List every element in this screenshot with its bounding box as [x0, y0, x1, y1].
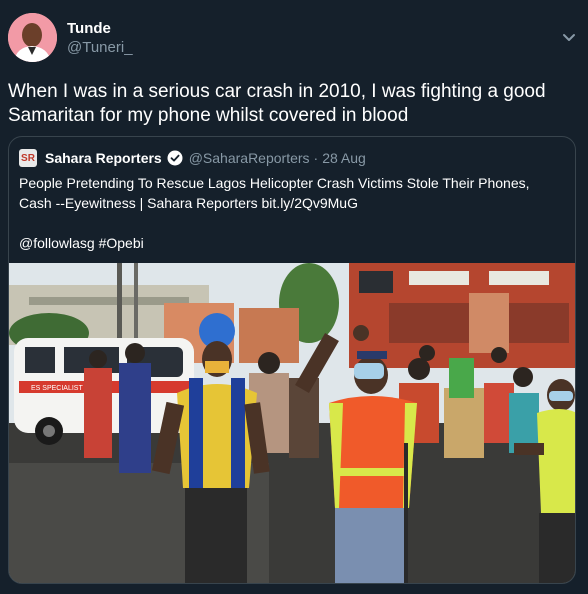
quoted-author-handle[interactable]: @SaharaReporters — [189, 150, 310, 166]
tweet-text: When I was in a serious car crash in 201… — [8, 81, 546, 126]
quoted-tags[interactable]: @followlasg #Opebi — [19, 233, 564, 253]
separator-dot: · — [313, 150, 319, 166]
quoted-tweet-body: People Pretending To Rescue Lagos Helico… — [19, 173, 564, 253]
quoted-author-logo: SR — [19, 149, 37, 167]
news-photo[interactable]: ES SPECIALIST HOSPI — [9, 263, 576, 584]
quoted-text: People Pretending To Rescue Lagos Helico… — [19, 175, 530, 211]
quoted-author-name[interactable]: Sahara Reporters — [45, 150, 162, 166]
quoted-date[interactable]: 28 Aug — [322, 150, 366, 166]
quoted-tweet[interactable]: SR Sahara Reporters @SaharaReporters · 2… — [8, 136, 576, 584]
chevron-down-icon[interactable] — [560, 28, 578, 46]
quoted-tweet-header: SR Sahara Reporters @SaharaReporters · 2… — [19, 149, 366, 167]
verified-badge-icon — [167, 150, 183, 166]
author-avatar[interactable] — [8, 13, 57, 62]
author-handle[interactable]: @Tuneri_ — [67, 39, 133, 56]
author-name[interactable]: Tunde — [67, 20, 111, 37]
profile-photo — [8, 13, 57, 62]
